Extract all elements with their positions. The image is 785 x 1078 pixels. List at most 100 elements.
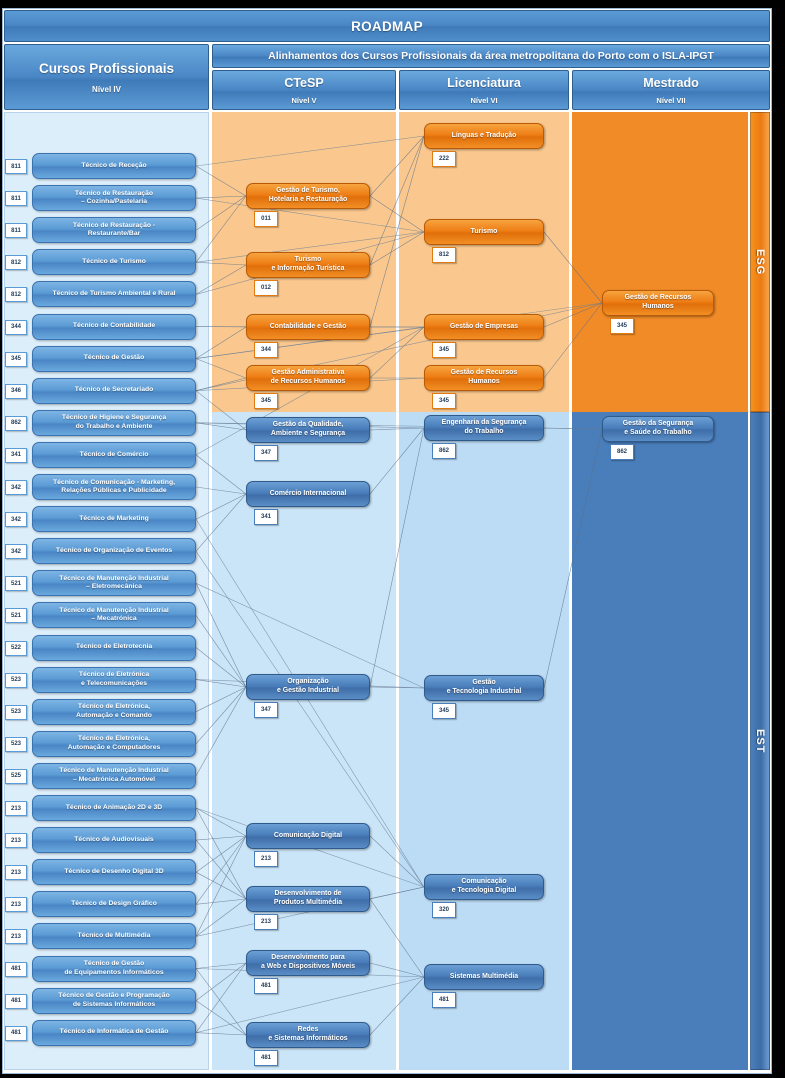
program-box[interactable]: Gestão de Empresas (424, 314, 544, 340)
course-box[interactable]: Técnico de Comércio (32, 441, 196, 468)
program-code-badge: 345 (432, 342, 456, 358)
program-box[interactable]: Comércio Internacional (246, 481, 370, 507)
program-box[interactable]: Línguas e Tradução (424, 123, 544, 149)
program-box[interactable]: Comunicação e Tecnologia Digital (424, 874, 544, 900)
course-title-line1: Técnico de Marketing (79, 514, 149, 522)
course-code-badge: 213 (5, 833, 27, 849)
course-box[interactable]: Técnico de Eletrotecnia (32, 634, 196, 661)
program-box[interactable]: Gestão de Turismo, Hotelaria e Restauraçã… (246, 183, 370, 209)
program-box[interactable]: Gestão da Segurança e Saúde do Trabalho (602, 416, 714, 442)
course-box[interactable]: Técnico de Gestão de Equipamentos Informá… (32, 955, 196, 982)
program-title-line1: Gestão de Turismo, (276, 187, 340, 195)
program-code-badge: 481 (432, 992, 456, 1008)
course-box[interactable]: Técnico de Multimédia (32, 923, 196, 950)
course-title-line1: Técnico de Eletrónica, (77, 703, 151, 711)
course-code-badge: 345 (5, 351, 27, 367)
course-box[interactable]: Técnico de Desenho Digital 3D (32, 859, 196, 886)
course-box[interactable]: Técnico de Audiovisuais (32, 827, 196, 854)
course-code-badge: 481 (5, 961, 27, 977)
header-licenciatura-level: Nível VI (470, 95, 498, 105)
course-title-line2: Relações Públicas e Publicidade (61, 487, 167, 494)
course-box[interactable]: Técnico de Eletrónica, Automação e Comput… (32, 730, 196, 757)
program-box[interactable]: Turismo e Informação Turística (246, 252, 370, 278)
course-box[interactable]: Técnico de Marketing (32, 506, 196, 533)
course-box[interactable]: Técnico de Higiene e Segurança do Trabalh… (32, 409, 196, 436)
program-title-line2: e Informação Turística (271, 265, 345, 272)
program-title-line1: Sistemas Multimédia (449, 972, 519, 980)
course-box[interactable]: Técnico de Manutenção Industrial – Mecatr… (32, 762, 196, 789)
course-title-line1: Técnico de Design Gráfico (71, 900, 157, 908)
program-title-line1: Gestão de Empresas (449, 322, 519, 330)
header-cursos-profissionais: Cursos Profissionais Nível IV (4, 44, 209, 110)
course-box[interactable]: Técnico de Manutenção Industrial – Mecatr… (32, 602, 196, 629)
course-title-line1: Técnico de Multimédia (77, 932, 151, 940)
program-title-line2: e Gestão Industrial (276, 687, 340, 694)
course-code-badge: 344 (5, 319, 27, 335)
course-title-line2: do Trabalho e Ambiente (75, 422, 153, 430)
course-box[interactable]: Técnico de Gestão e Programação de Sistem… (32, 987, 196, 1014)
course-box[interactable]: Técnico de Secretariado (32, 377, 196, 404)
program-title-line2: Humanos (468, 378, 500, 385)
header-mestrado-label: Mestrado (643, 75, 699, 90)
course-box[interactable]: Técnico de Restauração – Cozinha/Pastelar… (32, 185, 196, 212)
course-title-line1: Técnico de Restauração - (72, 221, 156, 229)
program-box[interactable]: Desenvolvimento para a Web e Dispositivos… (246, 950, 370, 976)
course-box[interactable]: Técnico de Eletrónica, Automação e Comand… (32, 698, 196, 725)
course-box[interactable]: Técnico de Comunicação - Marketing, Relaç… (32, 474, 196, 500)
program-box[interactable]: Organização e Gestão Industrial (246, 674, 370, 700)
course-title-line2: e Telecomunicações (81, 679, 147, 687)
program-code-badge: 320 (432, 902, 456, 918)
course-title-line2: Restaurante/Bar (87, 230, 141, 238)
program-box[interactable]: Gestão de Recursos Humanos (424, 365, 544, 391)
program-title-line1: Gestão Administrativa (271, 369, 345, 377)
header-left-title: Cursos Profissionais (38, 60, 175, 76)
course-title-line1: Técnico de Audiovisuais (74, 835, 154, 843)
program-code-badge: 345 (432, 703, 456, 719)
program-title-line1: Gestão de Recursos (624, 294, 692, 302)
course-box[interactable]: Técnico de Manutenção Industrial – Eletro… (32, 570, 196, 597)
program-box[interactable]: Contabilidade e Gestão (246, 314, 370, 340)
course-box[interactable]: Técnico de Gestão (32, 345, 196, 372)
course-box[interactable]: Técnico de Organização de Eventos (32, 538, 196, 565)
course-box[interactable]: Técnico de Turismo (32, 249, 196, 276)
course-title-line2: – Mecatrónica (91, 615, 137, 623)
course-title-line2: – Mecatrónica Automóvel (72, 775, 156, 783)
program-title-line1: Línguas e Tradução (451, 131, 517, 139)
program-box[interactable]: Gestão de Recursos Humanos (602, 290, 714, 316)
program-box[interactable]: Sistemas Multimédia (424, 964, 544, 990)
course-box[interactable]: Técnico de Design Gráfico (32, 891, 196, 918)
course-box[interactable]: Técnico de Informática de Gestão (32, 1019, 196, 1046)
course-box[interactable]: Técnico de Animação 2D e 3D (32, 795, 196, 821)
program-code-badge: 862 (432, 443, 456, 459)
header-column-mestrado: Mestrado Nível VII (572, 70, 770, 110)
course-code-badge: 481 (5, 993, 27, 1009)
course-box[interactable]: Técnico de Contabilidade (32, 313, 196, 340)
program-box[interactable]: Turismo (424, 219, 544, 245)
program-box[interactable]: Gestão e Tecnologia Industrial (424, 675, 544, 701)
header-column-ctesp: CTeSP Nível V (212, 70, 396, 110)
course-title-line1: Técnico de Comunicação - Marketing, (53, 478, 175, 486)
header-column-licenciatura: Licenciatura Nível VI (399, 70, 569, 110)
course-title-line1: Técnico de Contabilidade (72, 322, 156, 330)
course-title-line1: Técnico de Informática de Gestão (59, 1028, 169, 1036)
program-title-line1: Turismo (294, 256, 322, 264)
course-title-line1: Técnico de Secretariado (74, 386, 154, 394)
program-box[interactable]: Gestão da Qualidade, Ambiente e Segurança (246, 417, 370, 443)
course-box[interactable]: Técnico de Restauração - Restaurante/Bar (32, 217, 196, 244)
program-code-badge: 347 (254, 445, 278, 461)
course-code-badge: 522 (5, 640, 27, 656)
course-box[interactable]: Técnico de Turismo Ambiental e Rural (32, 281, 196, 308)
program-box[interactable]: Redes e Sistemas Informáticos (246, 1022, 370, 1048)
program-box[interactable]: Gestão Administrativa de Recursos Humanos (246, 365, 370, 391)
program-box[interactable]: Desenvolvimento de Produtos Multimédia (246, 886, 370, 912)
program-code-badge: 481 (254, 1050, 278, 1066)
program-title-line2: Ambiente e Segurança (270, 430, 346, 437)
course-code-badge: 521 (5, 608, 27, 624)
program-box[interactable]: Comunicação Digital (246, 823, 370, 849)
program-box[interactable]: Engenharia da Segurança do Trabalho (424, 415, 544, 441)
course-title-line2: – Eletromecânica (86, 583, 142, 591)
course-box[interactable]: Técnico de Eletrónica e Telecomunicações (32, 666, 196, 693)
program-title-line1: Turismo (470, 227, 498, 235)
course-code-badge: 213 (5, 897, 27, 913)
course-box[interactable]: Técnico de Receção (32, 153, 196, 179)
